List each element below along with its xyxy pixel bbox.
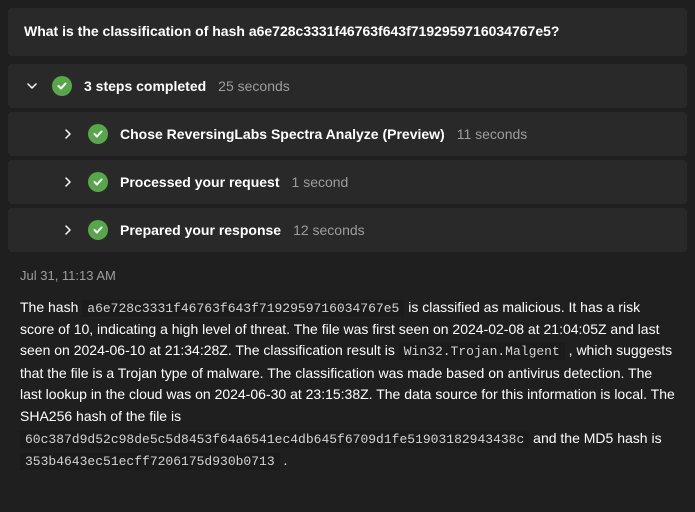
- chevron-down-icon: [24, 80, 40, 92]
- step-duration: 11 seconds: [457, 126, 528, 142]
- chevron-right-icon: [60, 176, 76, 188]
- chevron-right-icon: [60, 224, 76, 236]
- hash-sha256: 60c387d9d52c98de5c5d8453f64a6541ec4db645…: [20, 431, 529, 448]
- step-label: Chose ReversingLabs Spectra Analyze (Pre…: [120, 126, 445, 142]
- question-text: What is the classification of hash a6e72…: [24, 22, 671, 42]
- hash-md5: 353b4643ec51ecff7206175d930b0713: [20, 453, 280, 470]
- response-part: and the MD5 hash is: [529, 430, 661, 446]
- step-row-0[interactable]: Chose ReversingLabs Spectra Analyze (Pre…: [8, 112, 687, 156]
- response-part: The hash: [20, 299, 82, 315]
- response-text: The hash a6e728c3331f46763f643f719295971…: [0, 291, 695, 488]
- step-label: Prepared your response: [120, 222, 281, 238]
- step-row-1[interactable]: Processed your request 1 second: [8, 160, 687, 204]
- summary-duration: 25 seconds: [218, 78, 290, 94]
- response-part: .: [280, 452, 288, 468]
- summary-row[interactable]: 3 steps completed 25 seconds: [8, 64, 687, 108]
- check-icon: [88, 172, 108, 192]
- step-label: Processed your request: [120, 174, 280, 190]
- classification: Win32.Trojan.Malgent: [399, 343, 565, 360]
- step-duration: 12 seconds: [293, 222, 365, 238]
- check-icon: [88, 124, 108, 144]
- question-card: What is the classification of hash a6e72…: [8, 8, 687, 56]
- timestamp: Jul 31, 11:13 AM: [0, 256, 695, 291]
- step-row-2[interactable]: Prepared your response 12 seconds: [8, 208, 687, 252]
- hash-sha1: a6e728c3331f46763f643f7192959716034767e5: [82, 300, 404, 317]
- check-icon: [88, 220, 108, 240]
- step-duration: 1 second: [292, 174, 349, 190]
- summary-label: 3 steps completed: [84, 78, 206, 94]
- check-icon: [52, 76, 72, 96]
- chevron-right-icon: [60, 128, 76, 140]
